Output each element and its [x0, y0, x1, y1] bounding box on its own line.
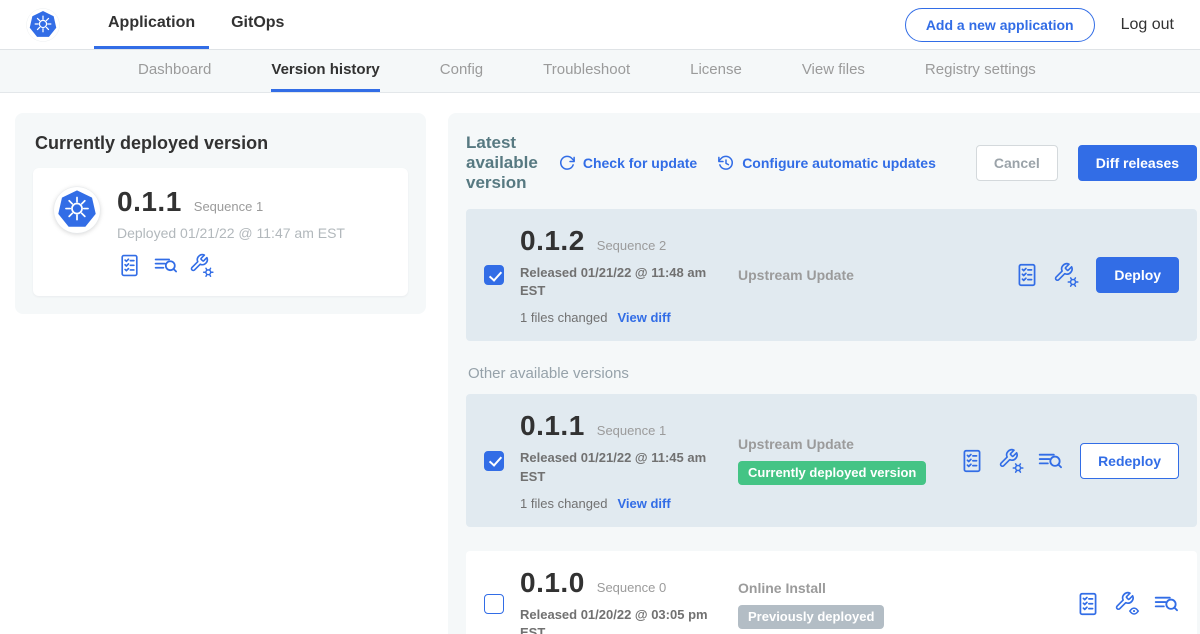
deployed-panel-title: Currently deployed version	[35, 133, 408, 154]
logout-link[interactable]: Log out	[1121, 16, 1174, 34]
subnav-tab-view-files[interactable]: View files	[802, 50, 865, 92]
version-row-0-1-0: 0.1.0 Sequence 0 Released 01/20/22 @ 03:…	[466, 551, 1197, 634]
other-available-versions-label: Other available versions	[468, 365, 1195, 382]
preflight-checklist-icon[interactable]	[1075, 591, 1101, 617]
deployed-version-card: 0.1.1 Sequence 1 Deployed 01/21/22 @ 11:…	[33, 168, 408, 296]
app-sub-nav: Dashboard Version history Config Trouble…	[0, 50, 1200, 93]
released-timestamp: Released 01/20/22 @ 03:05 pm EST	[520, 606, 720, 634]
subnav-tab-license[interactable]: License	[690, 50, 742, 92]
released-timestamp: Released 01/21/22 @ 11:45 am EST	[520, 449, 720, 485]
main-content: Currently deployed version 0.1.1 Sequenc…	[0, 93, 1200, 634]
add-new-application-button[interactable]: Add a new application	[905, 8, 1095, 42]
released-timestamp: Released 01/21/22 @ 11:48 am EST	[520, 264, 720, 300]
updates-header: Latest available version Check for updat…	[466, 133, 1197, 193]
tab-application-label: Application	[108, 14, 195, 32]
subnav-tab-version-history[interactable]: Version history	[271, 50, 379, 92]
view-diff-link[interactable]: View diff	[617, 310, 670, 325]
currently-deployed-badge: Currently deployed version	[738, 461, 926, 485]
deployed-sequence-label: Sequence 1	[194, 199, 263, 214]
version-row-0-1-1: 0.1.1 Sequence 1 Released 01/21/22 @ 11:…	[466, 394, 1197, 526]
top-nav-tabs: Application GitOps	[94, 0, 298, 49]
subnav-tab-registry-settings[interactable]: Registry settings	[925, 50, 1036, 92]
version-source-label: Upstream Update	[738, 436, 959, 452]
tab-application[interactable]: Application	[94, 0, 209, 49]
previously-deployed-badge: Previously deployed	[738, 605, 884, 629]
version-history-panel: Latest available version Check for updat…	[448, 113, 1200, 634]
preflight-checklist-icon[interactable]	[1014, 262, 1040, 288]
version-select-checkbox[interactable]	[484, 265, 504, 285]
sequence-label: Sequence 0	[597, 580, 666, 595]
subnav-tab-dashboard[interactable]: Dashboard	[138, 50, 211, 92]
edit-config-wrench-gear-icon[interactable]	[1053, 262, 1079, 288]
preflight-checklist-icon[interactable]	[117, 253, 142, 278]
top-nav: Application GitOps Add a new application…	[0, 0, 1200, 50]
version-select-checkbox[interactable]	[484, 451, 504, 471]
view-diff-icon[interactable]	[1153, 591, 1179, 617]
cancel-button[interactable]: Cancel	[976, 145, 1058, 181]
preflight-checklist-icon[interactable]	[959, 448, 985, 474]
version-source-label: Online Install	[738, 580, 1075, 596]
diff-releases-button[interactable]: Diff releases	[1078, 145, 1197, 181]
refresh-icon	[558, 154, 576, 172]
edit-config-wrench-gear-icon[interactable]	[998, 448, 1024, 474]
check-for-update-label: Check for update	[583, 155, 697, 171]
latest-available-title: Latest available version	[466, 133, 538, 193]
configure-automatic-updates-link[interactable]: Configure automatic updates	[717, 154, 936, 172]
auto-update-clock-icon	[717, 154, 735, 172]
view-diff-icon[interactable]	[153, 253, 178, 278]
deployed-version-number: 0.1.1	[117, 186, 182, 218]
version-number: 0.1.1	[520, 410, 585, 442]
view-config-wrench-eye-icon[interactable]	[1114, 591, 1140, 617]
app-logo	[26, 0, 60, 49]
redeploy-button[interactable]: Redeploy	[1080, 443, 1179, 479]
kubernetes-logo-icon	[26, 8, 60, 42]
version-select-checkbox[interactable]	[484, 594, 504, 614]
version-source-label: Upstream Update	[738, 267, 1014, 283]
deployed-timestamp: Deployed 01/21/22 @ 11:47 am EST	[117, 225, 345, 241]
check-for-update-link[interactable]: Check for update	[558, 154, 697, 172]
subnav-tab-config[interactable]: Config	[440, 50, 483, 92]
version-row-0-1-2: 0.1.2 Sequence 2 Released 01/21/22 @ 11:…	[466, 209, 1197, 341]
view-diff-link[interactable]: View diff	[617, 496, 670, 511]
sequence-label: Sequence 2	[597, 238, 666, 253]
currently-deployed-panel: Currently deployed version 0.1.1 Sequenc…	[15, 113, 426, 314]
version-number: 0.1.0	[520, 567, 585, 599]
edit-config-wrench-gear-icon[interactable]	[189, 253, 214, 278]
tab-gitops[interactable]: GitOps	[217, 0, 298, 49]
version-number: 0.1.2	[520, 225, 585, 257]
view-diff-icon[interactable]	[1037, 448, 1063, 474]
sequence-label: Sequence 1	[597, 423, 666, 438]
deploy-button[interactable]: Deploy	[1096, 257, 1179, 293]
files-changed-label: 1 files changed	[520, 496, 607, 511]
kubernetes-app-icon	[53, 186, 101, 234]
files-changed-label: 1 files changed	[520, 310, 607, 325]
tab-gitops-label: GitOps	[231, 14, 284, 32]
subnav-tab-troubleshoot[interactable]: Troubleshoot	[543, 50, 630, 92]
configure-automatic-updates-label: Configure automatic updates	[742, 155, 936, 171]
